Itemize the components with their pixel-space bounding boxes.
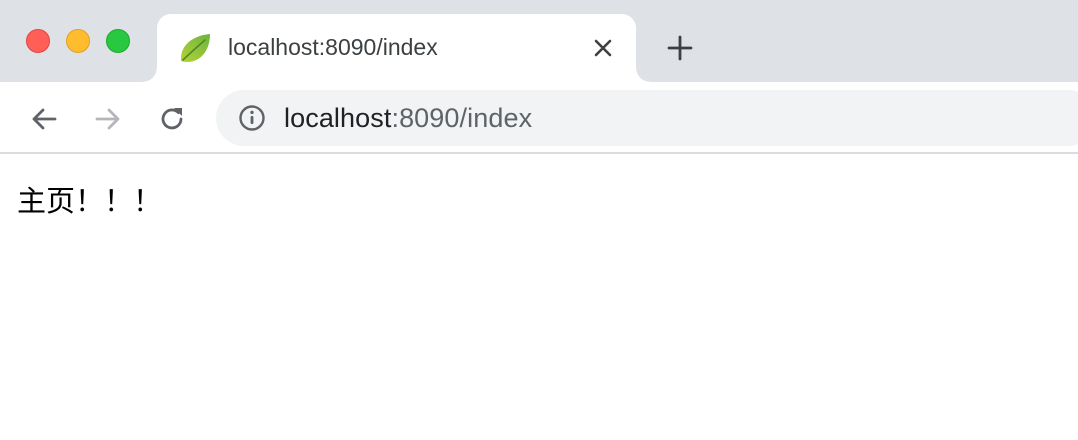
info-circle-icon[interactable]	[238, 104, 266, 132]
url-path: :8090/index	[391, 103, 533, 133]
tab-close-icon[interactable]	[589, 34, 617, 62]
close-window-button[interactable]	[26, 29, 50, 53]
address-bar[interactable]: localhost:8090/index	[216, 90, 1078, 146]
new-tab-plus-icon[interactable]	[662, 30, 698, 66]
url-text[interactable]: localhost:8090/index	[284, 103, 532, 134]
zoom-window-button[interactable]	[106, 29, 130, 53]
page-heading-text: 主页！！！	[17, 184, 163, 218]
tab-strip: localhost:8090/index	[0, 0, 1078, 82]
back-arrow-icon[interactable]	[24, 99, 64, 139]
browser-toolbar: localhost:8090/index	[0, 82, 1078, 154]
browser-window: localhost:8090/index localhost:8090/inde…	[0, 0, 1078, 440]
forward-arrow-icon[interactable]	[88, 99, 128, 139]
tab-title: localhost:8090/index	[228, 34, 438, 60]
active-tab[interactable]: localhost:8090/index	[143, 14, 650, 82]
url-host: localhost	[284, 103, 392, 133]
minimize-window-button[interactable]	[66, 29, 90, 53]
reload-icon[interactable]	[152, 99, 192, 139]
page-content: 主页！！！	[0, 156, 1078, 440]
spring-leaf-icon	[177, 30, 213, 66]
